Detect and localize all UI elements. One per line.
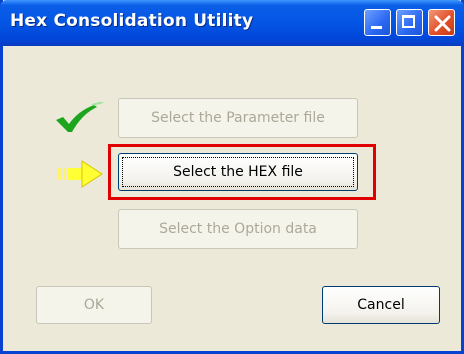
maximize-button[interactable] — [396, 9, 423, 36]
select-option-data-button[interactable]: Select the Option data — [118, 209, 358, 249]
minimize-button[interactable] — [364, 9, 391, 36]
select-parameter-file-button[interactable]: Select the Parameter file — [118, 98, 358, 138]
ok-button[interactable]: OK — [36, 286, 152, 324]
maximize-icon — [402, 15, 415, 28]
select-hex-file-button[interactable]: Select the HEX file — [118, 153, 358, 191]
window-title: Hex Consolidation Utility — [10, 11, 254, 31]
title-bar[interactable]: Hex Consolidation Utility — [0, 0, 464, 46]
close-button[interactable] — [428, 9, 455, 36]
arrow-right-icon — [58, 160, 103, 188]
close-icon — [434, 15, 451, 32]
checkmark-icon — [56, 102, 104, 132]
minimize-icon — [371, 26, 382, 29]
cancel-button[interactable]: Cancel — [322, 286, 440, 324]
